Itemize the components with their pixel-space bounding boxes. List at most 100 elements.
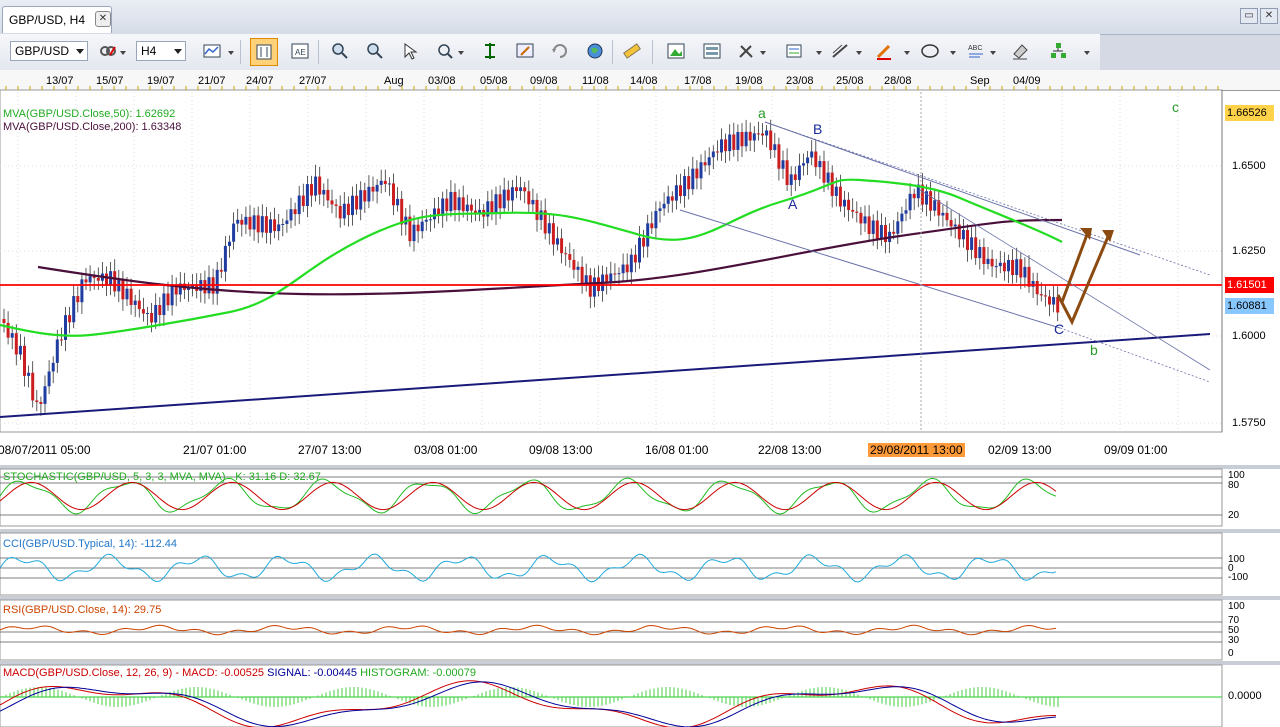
cursor-icon[interactable] — [400, 41, 420, 61]
candle-body — [51, 362, 55, 372]
candle-body — [679, 185, 682, 197]
timeframe-select[interactable]: H4 — [136, 41, 186, 61]
candle-body — [638, 237, 641, 263]
candle-body — [892, 231, 896, 234]
candle-body — [724, 139, 728, 152]
chevron-down-icon[interactable] — [228, 51, 234, 55]
crosshair-zoom-icon[interactable] — [435, 41, 455, 61]
candle-body — [773, 144, 777, 151]
candle-body — [31, 372, 35, 401]
candle-body — [396, 198, 400, 206]
candle-body — [564, 253, 568, 255]
chevron-down-icon[interactable] — [904, 51, 910, 55]
candle-body — [14, 333, 18, 355]
chevron-down-icon[interactable] — [120, 51, 126, 55]
candle-body — [711, 151, 715, 158]
template-icon[interactable] — [702, 41, 722, 61]
chevron-down-icon[interactable] — [816, 51, 822, 55]
stoch-tick: 20 — [1226, 510, 1242, 521]
candle-body — [293, 209, 297, 215]
candle-body — [670, 196, 674, 201]
candle-body — [433, 208, 436, 220]
text-tool-icon[interactable]: ABC — [966, 41, 986, 61]
chevron-down-icon[interactable] — [458, 51, 464, 55]
eraser-icon[interactable] — [1010, 41, 1030, 61]
timeframe-value: H4 — [141, 44, 157, 58]
candle-body — [387, 183, 391, 185]
close-window-icon[interactable]: ✕ — [1260, 8, 1278, 24]
candles-mode-icon[interactable] — [250, 38, 278, 66]
wave-label-c: c — [1172, 99, 1179, 115]
chart-tab[interactable]: GBP/USD, H4 ✕ — [2, 6, 112, 33]
candle-body — [256, 215, 260, 233]
chevron-down-icon[interactable] — [760, 51, 766, 55]
crosshair-time-label: 29/08/2011 13:00 — [868, 443, 965, 457]
chart-canvas[interactable]: a B A Cb c — [0, 70, 1280, 727]
candle-body — [469, 204, 473, 211]
candle-body — [170, 284, 174, 306]
candle-body — [838, 186, 842, 207]
main-panel — [0, 89, 1223, 433]
wave-label-A: A — [788, 196, 798, 212]
chart-type-icon[interactable] — [202, 41, 222, 61]
pencil-icon[interactable] — [874, 41, 894, 61]
time-label: 02/09 13:00 — [988, 443, 1052, 457]
symbol-select[interactable]: GBP/USD — [10, 41, 88, 61]
toolbar-overflow-icon[interactable] — [1084, 51, 1090, 55]
candle-body — [506, 189, 510, 201]
vertical-line-icon[interactable] — [480, 41, 500, 61]
chart-area[interactable]: 13/07 15/07 19/07 21/07 24/07 27/07 Aug 03/08 05… — [0, 70, 1280, 727]
candle-body — [80, 279, 84, 303]
chevron-down-icon[interactable] — [990, 51, 996, 55]
candle-body — [240, 219, 244, 225]
bars-mode-icon[interactable]: AE — [290, 41, 310, 61]
candle-body — [420, 221, 424, 232]
restore-window-icon[interactable]: ▭ — [1240, 8, 1258, 24]
candle-body — [330, 200, 334, 205]
separator — [612, 40, 613, 64]
tools-icon[interactable] — [736, 41, 756, 61]
candle-body — [884, 225, 887, 243]
ellipse-icon[interactable] — [920, 41, 940, 61]
chevron-down-icon[interactable] — [856, 51, 862, 55]
zoom-out-icon[interactable] — [365, 41, 385, 61]
candle-body — [580, 266, 584, 285]
trendline-icon[interactable] — [830, 41, 850, 61]
separator — [652, 40, 653, 64]
link-symbol-icon[interactable] — [98, 41, 118, 61]
candle-body — [158, 305, 162, 316]
mva200-legend: MVA(GBP/USD.Close,200): 1.63348 — [3, 121, 182, 133]
candle-body — [687, 176, 691, 190]
candle-body — [1027, 266, 1031, 287]
chevron-down-icon — [76, 49, 84, 54]
candle-body — [297, 195, 301, 215]
candle-body — [961, 230, 965, 240]
candle-body — [789, 174, 793, 185]
chevron-down-icon[interactable] — [950, 51, 956, 55]
candle-body — [371, 186, 375, 192]
candle-body — [966, 230, 969, 250]
candle-body — [465, 204, 469, 212]
candle-body — [650, 223, 654, 229]
object-tree-icon[interactable] — [1048, 41, 1068, 61]
close-tab-icon[interactable]: ✕ — [95, 11, 111, 27]
separator — [318, 40, 319, 64]
candle-body — [379, 180, 383, 185]
zoom-in-icon[interactable] — [330, 41, 350, 61]
time-label: 22/08 13:00 — [758, 443, 822, 457]
properties-icon[interactable] — [515, 41, 535, 61]
refresh-icon[interactable] — [550, 41, 570, 61]
image-icon[interactable] — [666, 41, 686, 61]
candle-body — [814, 151, 818, 168]
indicators-icon[interactable] — [784, 41, 804, 61]
candle-body — [912, 193, 916, 199]
globe-icon[interactable] — [585, 41, 605, 61]
candle-body — [457, 197, 461, 211]
candle-body — [658, 208, 662, 211]
candle-body — [572, 259, 576, 270]
candle-body — [777, 144, 781, 169]
candle-body — [654, 210, 658, 229]
ruler-icon[interactable] — [622, 41, 642, 61]
candle-body — [35, 400, 39, 402]
tab-bar: GBP/USD, H4 ✕ ▭ ✕ — [0, 0, 1280, 35]
